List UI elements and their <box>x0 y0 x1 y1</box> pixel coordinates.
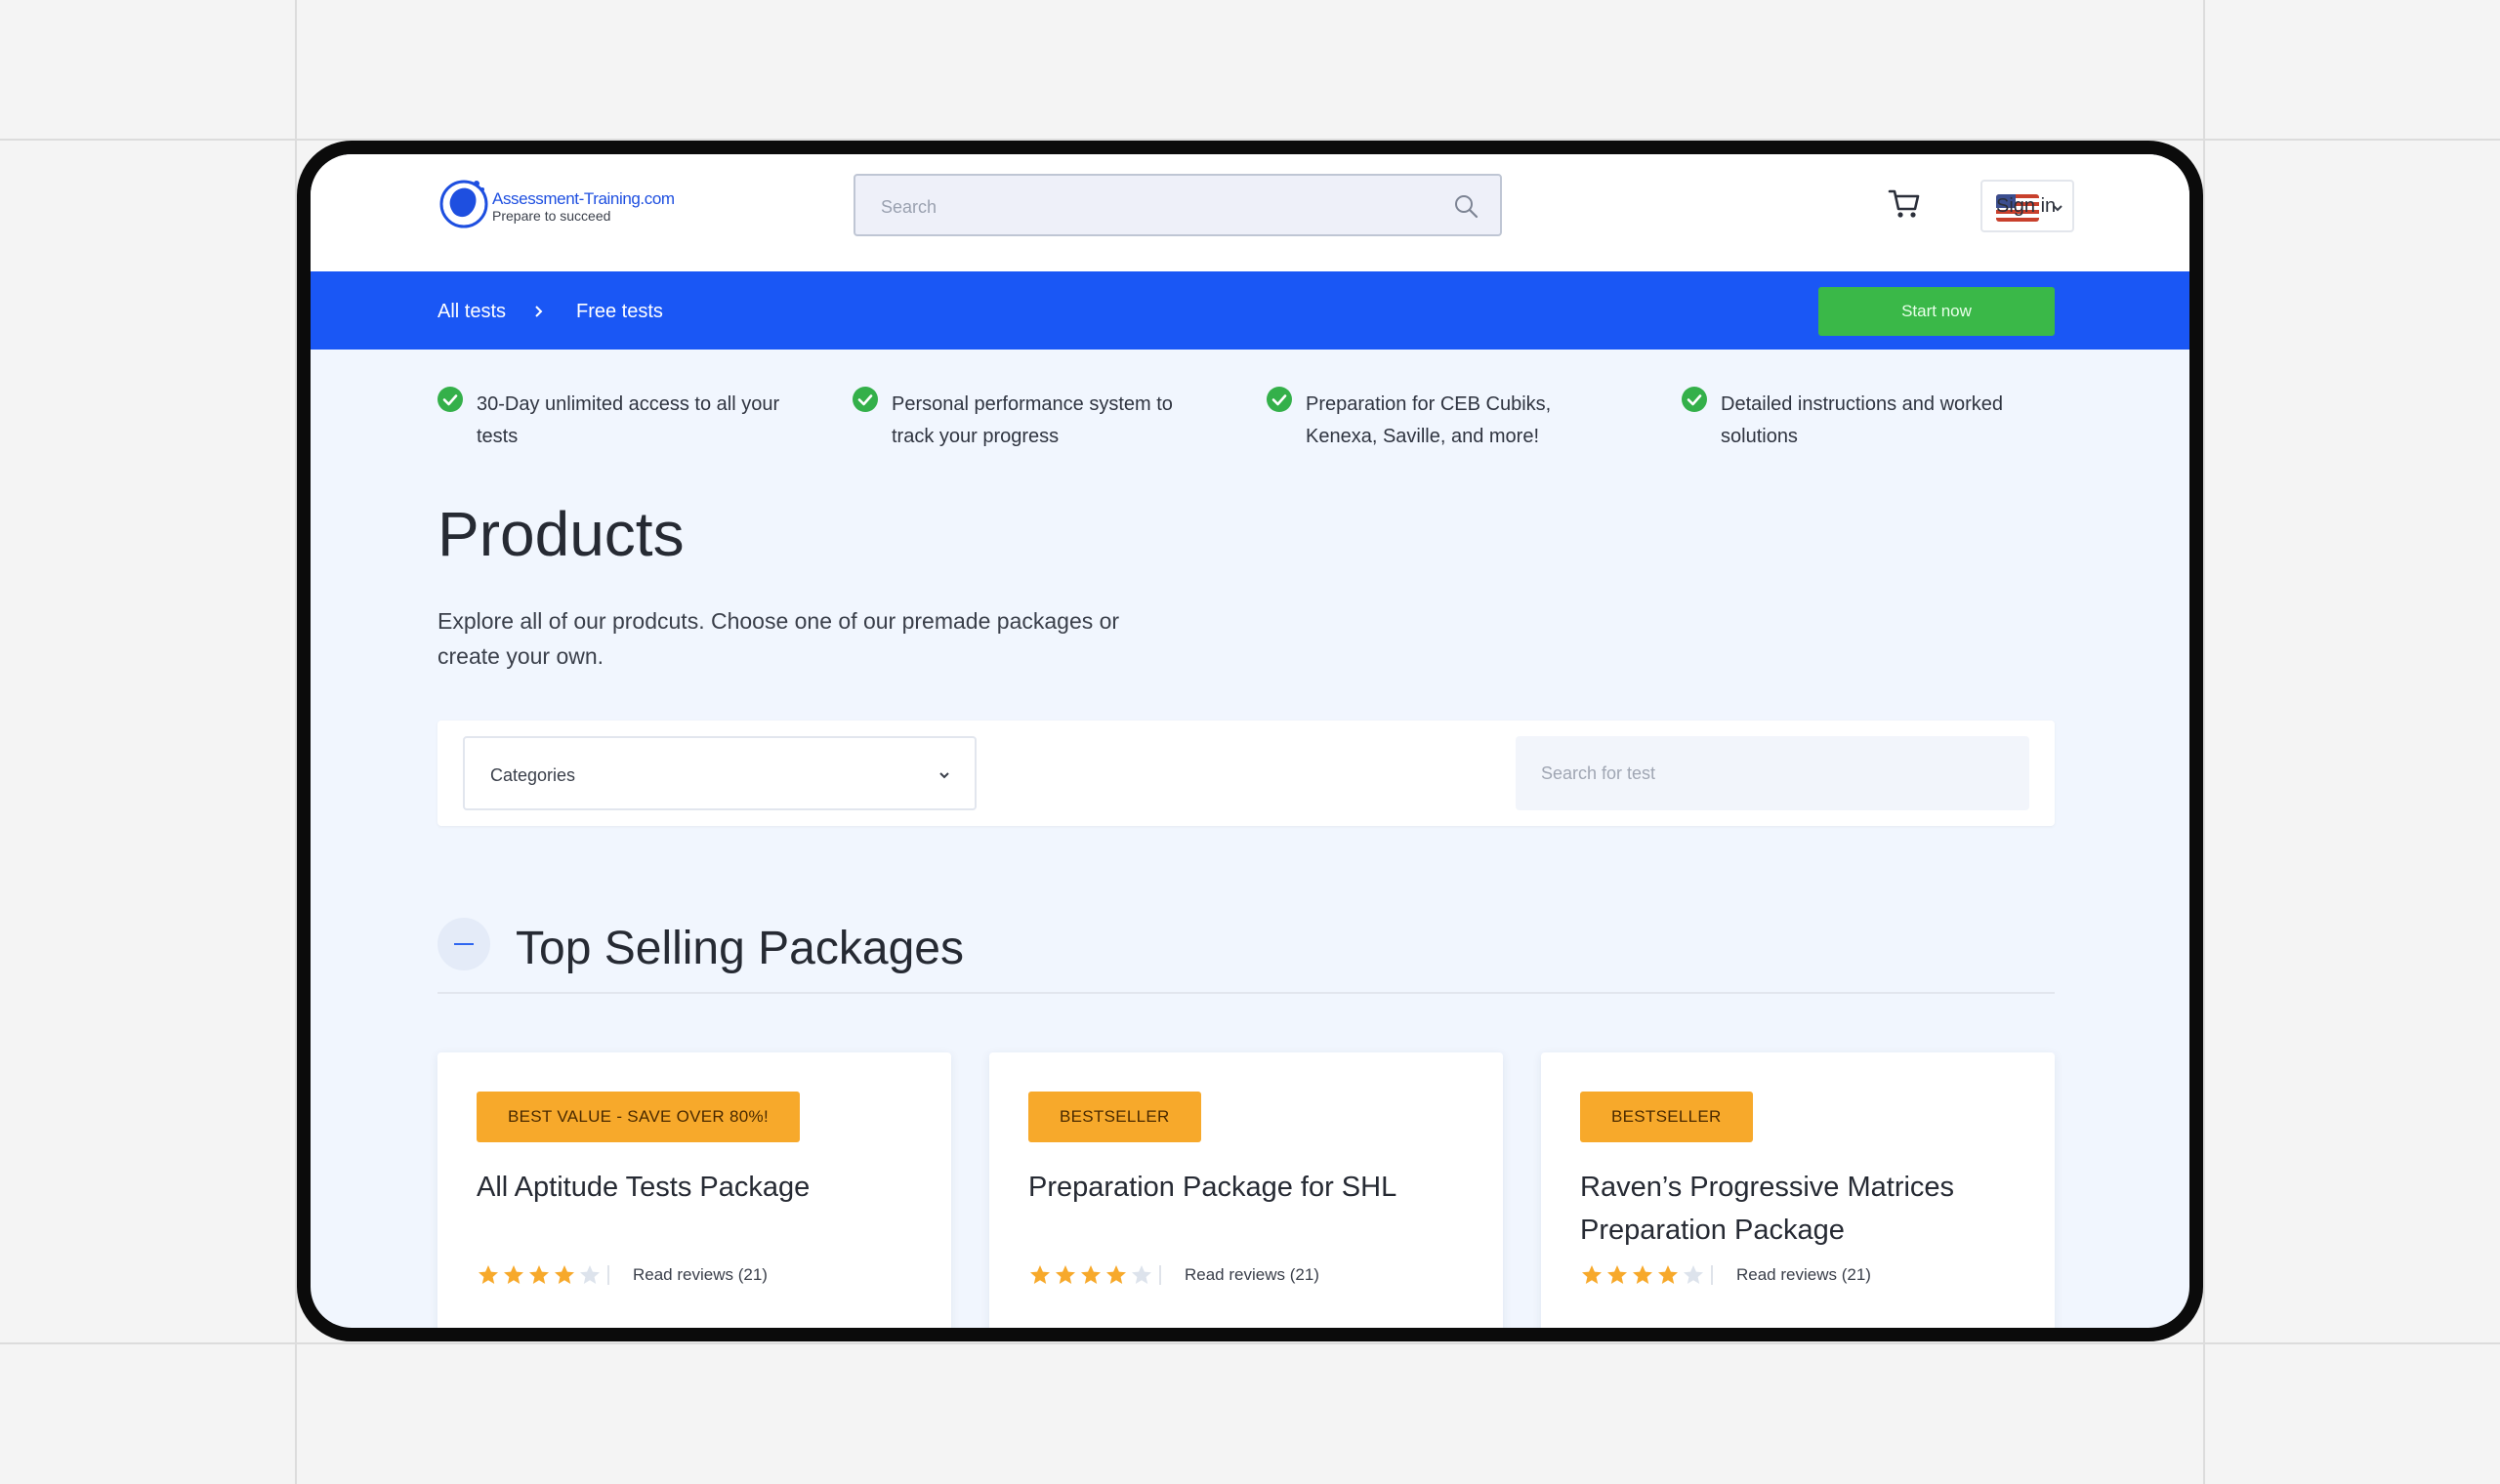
section-title: Top Selling Packages <box>516 923 964 974</box>
divider <box>607 1265 609 1285</box>
nav-free-tests[interactable]: Free tests <box>576 301 663 323</box>
star-filled-icon <box>529 1265 549 1284</box>
read-reviews-link[interactable]: Read reviews (21) <box>633 1265 768 1285</box>
logo-subtitle: Prepare to succeed <box>492 208 611 224</box>
star-filled-icon <box>479 1265 498 1284</box>
search-placeholder: Search <box>881 197 938 217</box>
card-title[interactable]: All Aptitude Tests Package <box>477 1166 926 1209</box>
page-description: Explore all of our prodcuts. Choose one … <box>438 608 1120 669</box>
read-reviews-link[interactable]: Read reviews (21) <box>1185 1265 1319 1285</box>
cart-icon[interactable] <box>1887 186 1922 221</box>
star-empty-icon <box>580 1265 600 1284</box>
package-card[interactable]: BESTSELLER Preparation Package for SHL R… <box>989 1052 1503 1328</box>
categories-dropdown[interactable]: Categories <box>463 736 977 810</box>
feature-text: Preparation for CEB Cubiks, Kenexa, Savi… <box>1306 393 1552 447</box>
read-reviews-link[interactable]: Read reviews (21) <box>1736 1265 1871 1285</box>
guide-line <box>0 1342 2500 1344</box>
search-icon[interactable] <box>1453 193 1479 219</box>
check-circle-icon <box>1682 387 1707 412</box>
divider <box>1159 1265 1161 1285</box>
category-nav-bar: All tests Free tests Start now <box>311 271 2189 350</box>
star-filled-icon <box>504 1265 523 1284</box>
minus-icon <box>454 943 474 945</box>
nav-all-tests[interactable]: All tests <box>438 301 506 323</box>
rating-row: Read reviews (21) <box>477 1263 867 1293</box>
guide-line <box>2203 0 2205 1484</box>
star-filled-icon <box>1607 1265 1627 1284</box>
feature-text: Personal performance system to track you… <box>892 393 1173 447</box>
star-filled-icon <box>1106 1265 1126 1284</box>
chevron-down-icon <box>939 772 949 779</box>
rating-row: Read reviews (21) <box>1028 1263 1419 1293</box>
star-filled-icon <box>555 1265 574 1284</box>
star-filled-icon <box>1030 1265 1050 1284</box>
page-title: Products <box>438 499 685 569</box>
package-card[interactable]: BEST VALUE - SAVE OVER 80%! All Aptitude… <box>438 1052 951 1328</box>
star-empty-icon <box>1132 1265 1151 1284</box>
star-filled-icon <box>1582 1265 1602 1284</box>
package-card[interactable]: BESTSELLER Raven’s Progressive Matrices … <box>1541 1052 2055 1328</box>
check-circle-icon <box>1267 387 1292 412</box>
card-title[interactable]: Preparation Package for SHL <box>1028 1166 1478 1209</box>
star-filled-icon <box>1081 1265 1101 1284</box>
card-badge: BESTSELLER <box>1580 1092 1753 1142</box>
start-now-button[interactable]: Start now <box>1818 287 2055 336</box>
logo-title: Assessment-Training.com <box>492 189 675 208</box>
feature-text: 30-Day unlimited access to all your test… <box>477 393 780 447</box>
chevron-right-icon <box>535 306 543 317</box>
site-logo[interactable]: Assessment-Training.com Prepare to succe… <box>438 176 691 234</box>
device-frame: Assessment-Training.com Prepare to succe… <box>297 141 2203 1341</box>
feature-text: Detailed instructions and worked solutio… <box>1721 393 2004 447</box>
test-search-input[interactable]: Search for test <box>1516 736 2029 810</box>
card-title[interactable]: Raven’s Progressive Matrices Preparation… <box>1580 1166 2029 1252</box>
star-filled-icon <box>1658 1265 1678 1284</box>
check-circle-icon <box>853 387 878 412</box>
test-search-placeholder: Search for test <box>1541 763 1656 783</box>
categories-label: Categories <box>490 765 576 785</box>
site-search-input[interactable]: Search <box>854 174 1502 236</box>
collapse-button[interactable] <box>438 918 490 970</box>
star-filled-icon <box>1056 1265 1075 1284</box>
rating-row: Read reviews (21) <box>1580 1263 1971 1293</box>
star-empty-icon <box>1684 1265 1703 1284</box>
check-circle-icon <box>438 387 463 412</box>
card-badge: BESTSELLER <box>1028 1092 1201 1142</box>
filter-panel: Categories Search for test <box>438 721 2055 826</box>
card-badge: BEST VALUE - SAVE OVER 80%! <box>477 1092 800 1142</box>
logo-globe-icon <box>439 180 488 228</box>
star-filled-icon <box>1633 1265 1652 1284</box>
divider <box>1711 1265 1713 1285</box>
section-header: Top Selling Packages <box>438 904 2055 994</box>
sign-in-link[interactable]: Sign in <box>1996 195 2056 218</box>
site-header: Assessment-Training.com Prepare to succe… <box>311 154 2189 271</box>
